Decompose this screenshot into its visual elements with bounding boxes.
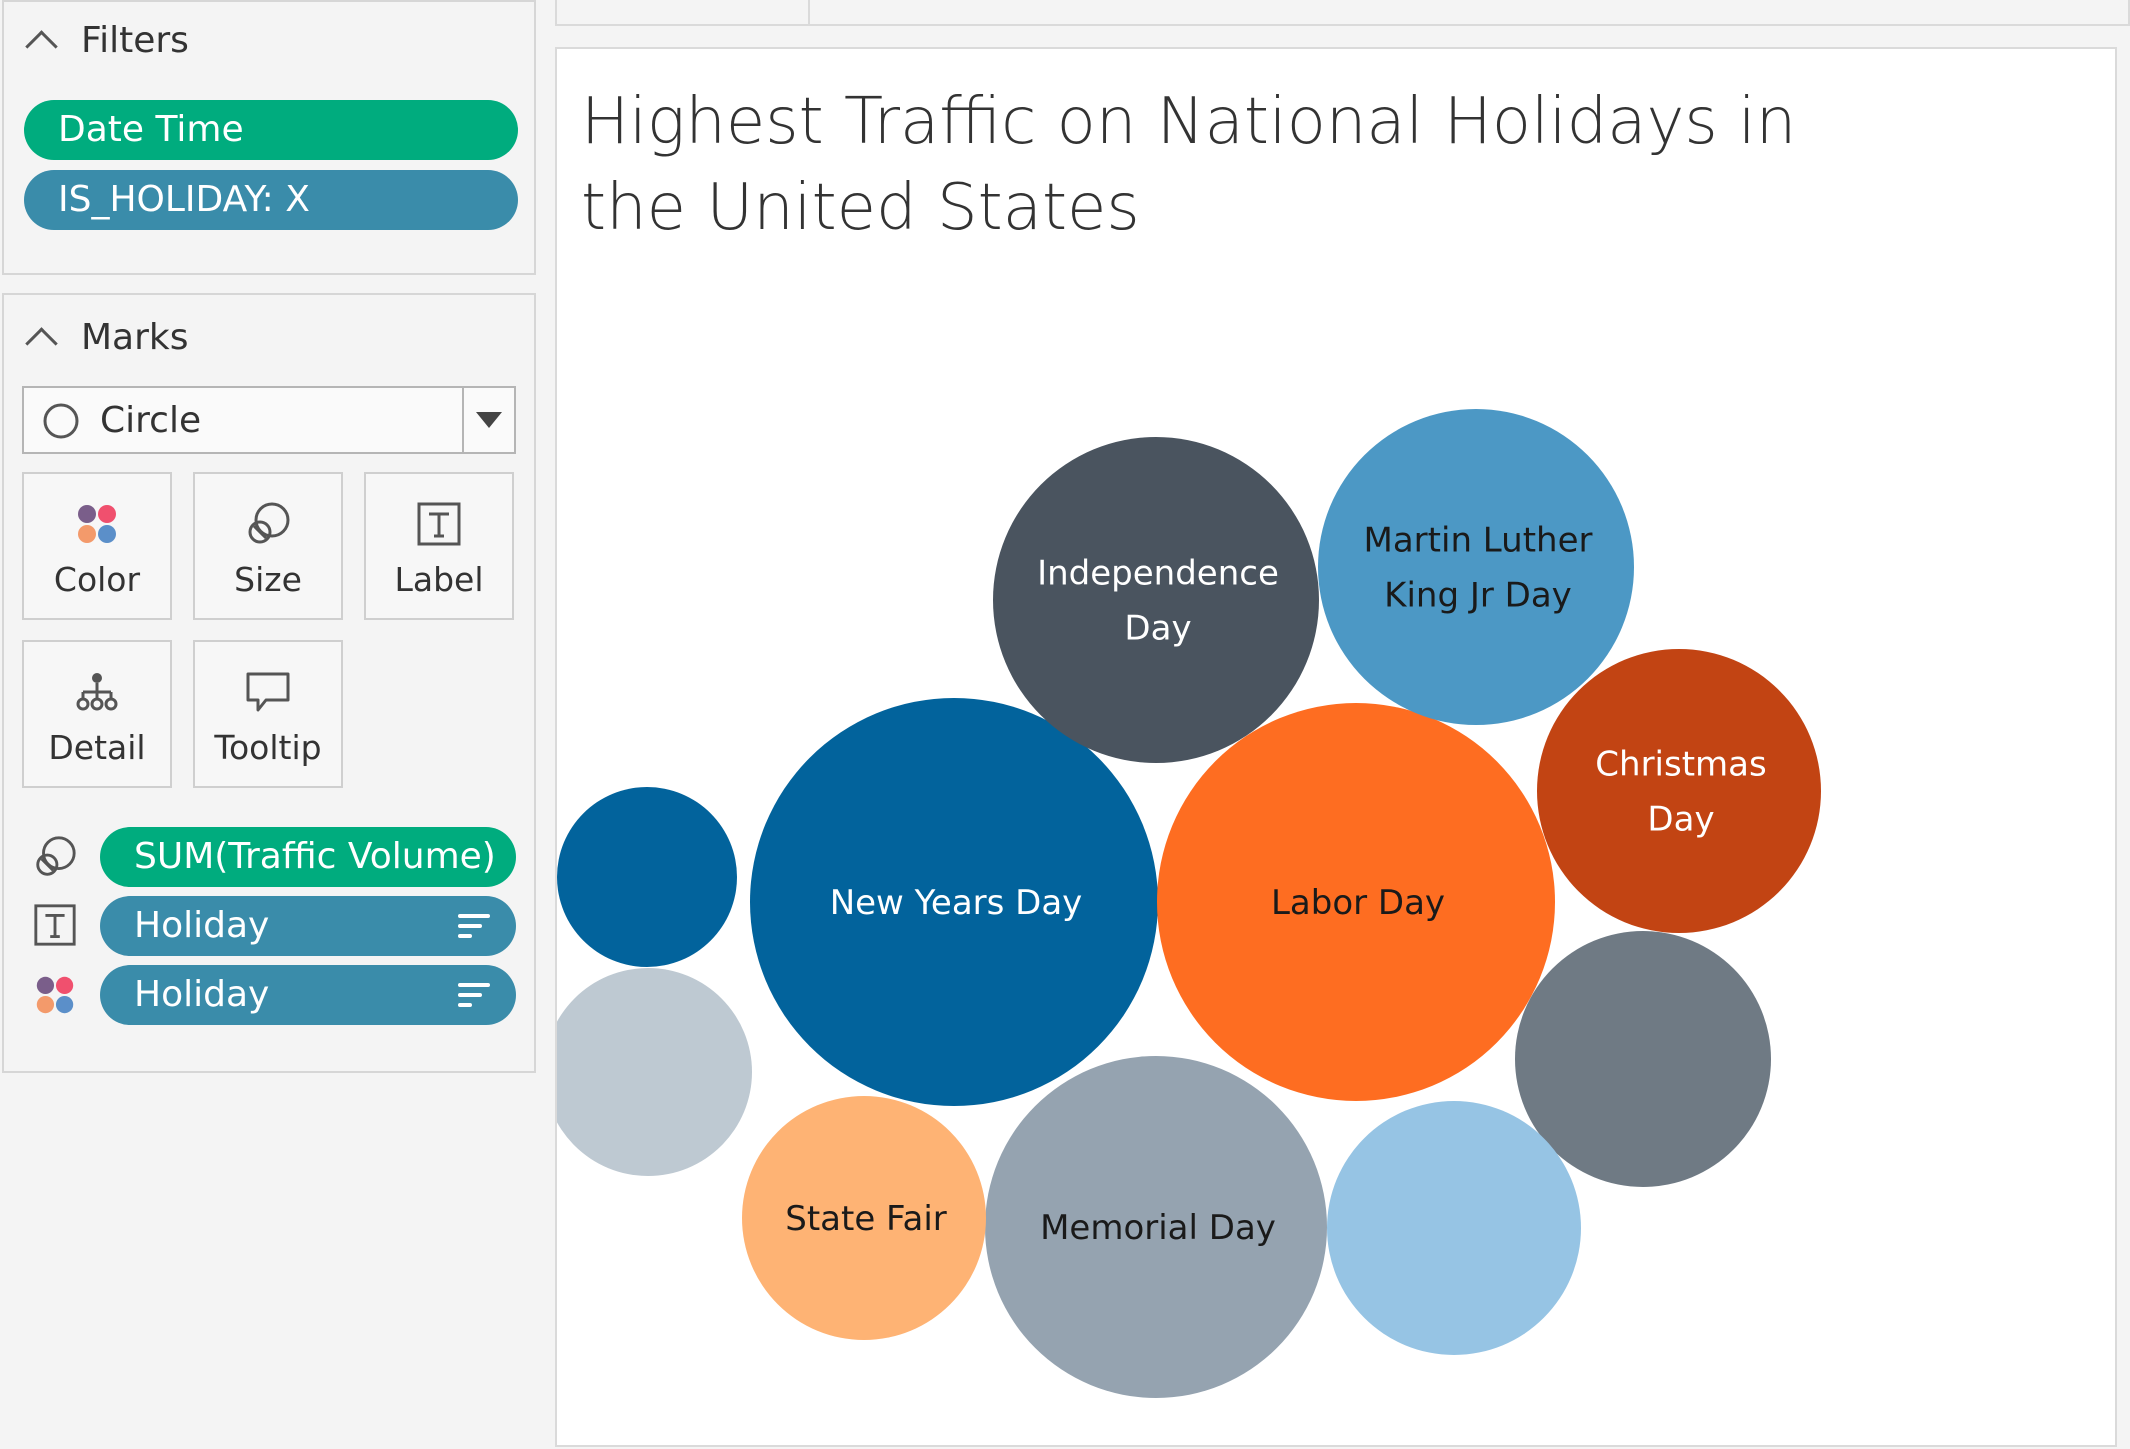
bubble-label: Memorial Day bbox=[1040, 1208, 1276, 1248]
tooltip-button[interactable]: Tooltip bbox=[193, 640, 343, 788]
text-label-icon bbox=[34, 904, 76, 946]
color-button[interactable]: Color bbox=[22, 472, 172, 620]
size-button-label: Size bbox=[234, 560, 302, 599]
label-shelf-pill[interactable]: Holiday bbox=[100, 896, 516, 956]
size-shelf-pill[interactable]: SUM(Traffic Volume) bbox=[100, 827, 516, 887]
top-strip bbox=[555, 0, 2130, 26]
bubble-mark[interactable] bbox=[557, 787, 737, 967]
filters-title: Filters bbox=[81, 20, 189, 61]
color-palette-icon bbox=[78, 505, 116, 543]
color-button-label: Color bbox=[53, 560, 141, 599]
label-button-label: Label bbox=[394, 560, 484, 599]
color-palette-icon bbox=[36, 976, 74, 1014]
marks-header[interactable]: Marks bbox=[25, 317, 189, 360]
size-button[interactable]: Size bbox=[193, 472, 343, 620]
filter-pill-is-holiday[interactable]: IS_HOLIDAY: X bbox=[24, 170, 518, 230]
filter-pill-label: IS_HOLIDAY: X bbox=[58, 179, 310, 220]
mark-type-value: Circle bbox=[100, 400, 202, 441]
detail-button[interactable]: Detail bbox=[22, 640, 172, 788]
chevron-down-icon[interactable] bbox=[476, 410, 502, 430]
dropdown-divider bbox=[462, 388, 464, 452]
detail-hierarchy-icon bbox=[76, 673, 118, 711]
bubble-mark[interactable] bbox=[1537, 649, 1821, 933]
tooltip-speech-icon bbox=[246, 672, 290, 712]
filter-pill-label: Date Time bbox=[58, 109, 244, 150]
bubble-label: New Years Day bbox=[830, 883, 1083, 923]
size-icon bbox=[36, 836, 76, 876]
marks-title: Marks bbox=[81, 317, 189, 358]
mark-type-dropdown[interactable]: Circle bbox=[22, 386, 516, 454]
chevron-up-icon bbox=[25, 327, 58, 360]
bubble-mark[interactable] bbox=[557, 968, 752, 1176]
sort-descending-icon bbox=[458, 983, 490, 1009]
bubble-mark[interactable] bbox=[993, 437, 1319, 763]
filter-pill-date-time[interactable]: Date Time bbox=[24, 100, 518, 160]
size-shelf-field: SUM(Traffic Volume) bbox=[134, 836, 496, 877]
top-strip-divider bbox=[808, 0, 810, 26]
label-shelf-field: Holiday bbox=[134, 905, 270, 946]
filters-header[interactable]: Filters bbox=[25, 20, 189, 63]
view-canvas: Highest Traffic on National Holidays in … bbox=[555, 47, 2117, 1447]
text-label-icon bbox=[417, 502, 461, 546]
tooltip-button-label: Tooltip bbox=[214, 728, 322, 767]
bubble-mark[interactable] bbox=[1327, 1101, 1581, 1355]
bubble-label: Labor Day bbox=[1271, 883, 1445, 923]
bubble-mark[interactable] bbox=[1515, 931, 1771, 1187]
filters-panel: Filters Date Time IS_HOLIDAY: X bbox=[2, 0, 536, 275]
chevron-up-icon bbox=[25, 30, 58, 63]
bubble-chart: New Years Day Labor DayMemorial DayIndepe… bbox=[557, 409, 1821, 1398]
sort-descending-icon bbox=[458, 914, 490, 940]
bubble-label: State Fair bbox=[785, 1199, 947, 1239]
bubble-mark[interactable] bbox=[1318, 409, 1634, 725]
label-button[interactable]: Label bbox=[364, 472, 514, 620]
color-shelf-pill[interactable]: Holiday bbox=[100, 965, 516, 1025]
color-shelf-field: Holiday bbox=[134, 974, 270, 1015]
size-icon bbox=[248, 502, 290, 544]
circle-icon bbox=[43, 403, 79, 439]
detail-button-label: Detail bbox=[48, 728, 146, 767]
